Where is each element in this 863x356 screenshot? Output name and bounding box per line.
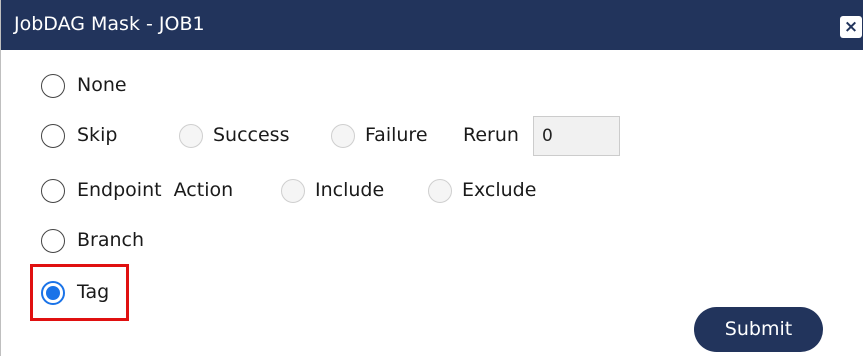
none-radio[interactable] [41, 74, 65, 98]
include-label: Include [315, 179, 385, 201]
branch-radio[interactable] [41, 229, 65, 253]
skip-radio[interactable] [41, 124, 65, 148]
exclude-label: Exclude [462, 179, 537, 201]
close-icon[interactable]: × [840, 16, 862, 38]
rerun-label: Rerun [463, 124, 519, 146]
failure-radio[interactable] [331, 124, 355, 148]
branch-label: Branch [77, 229, 145, 251]
tag-highlight-box [30, 264, 129, 321]
submit-button[interactable]: Submit [694, 307, 823, 352]
none-label: None [77, 74, 127, 96]
success-radio[interactable] [179, 124, 203, 148]
rerun-input[interactable]: 0 [533, 116, 620, 156]
exclude-radio[interactable] [428, 179, 452, 203]
endpoint-action-label: Endpoint Action [77, 179, 234, 201]
dialog-title: JobDAG Mask - JOB1 [14, 13, 205, 35]
success-label: Success [213, 124, 290, 146]
include-radio[interactable] [281, 179, 305, 203]
dialog-titlebar: JobDAG Mask - JOB1 × [1, 0, 863, 50]
skip-label: Skip [77, 124, 118, 146]
endpoint-action-radio[interactable] [41, 179, 65, 203]
failure-label: Failure [365, 124, 428, 146]
jobdag-mask-dialog: JobDAG Mask - JOB1 × None Skip Success F… [0, 0, 863, 356]
